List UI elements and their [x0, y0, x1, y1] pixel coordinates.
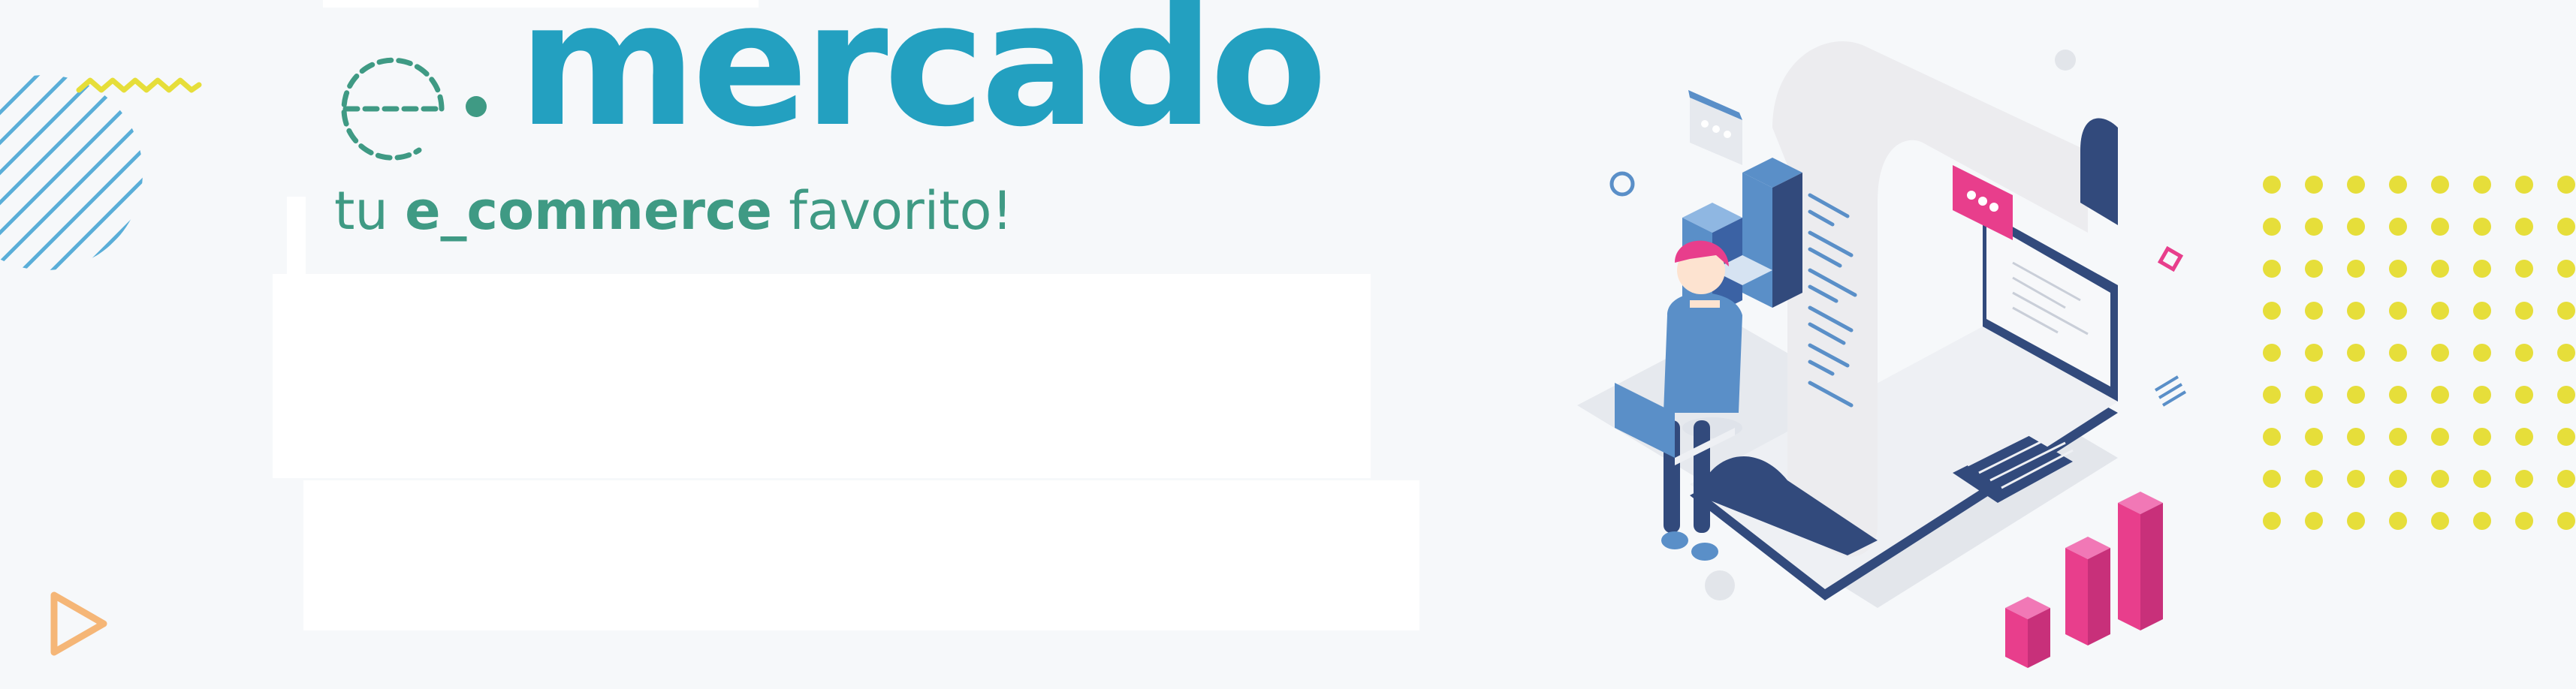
tagline-prefix: tu [334, 180, 406, 242]
dot-grid-icon [2263, 176, 2575, 530]
logo-separator-dot [466, 96, 487, 117]
brand-wordmark: mercado [518, 0, 1328, 164]
zigzag-icon [76, 77, 202, 93]
person-laptop-receipt-icon [1577, 41, 2187, 668]
dashed-e-icon [341, 57, 445, 161]
play-triangle-icon [50, 591, 107, 656]
tagline-highlight: e_commerce [405, 180, 772, 242]
tagline-suffix: favorito! [771, 180, 1013, 242]
brand-tagline: tu e_commerce favorito! [334, 185, 1013, 237]
striped-circle-icon [0, 75, 143, 270]
content-panel-primary [273, 274, 1371, 478]
content-panel-secondary [303, 480, 1419, 630]
left-strip-panel [287, 197, 306, 274]
